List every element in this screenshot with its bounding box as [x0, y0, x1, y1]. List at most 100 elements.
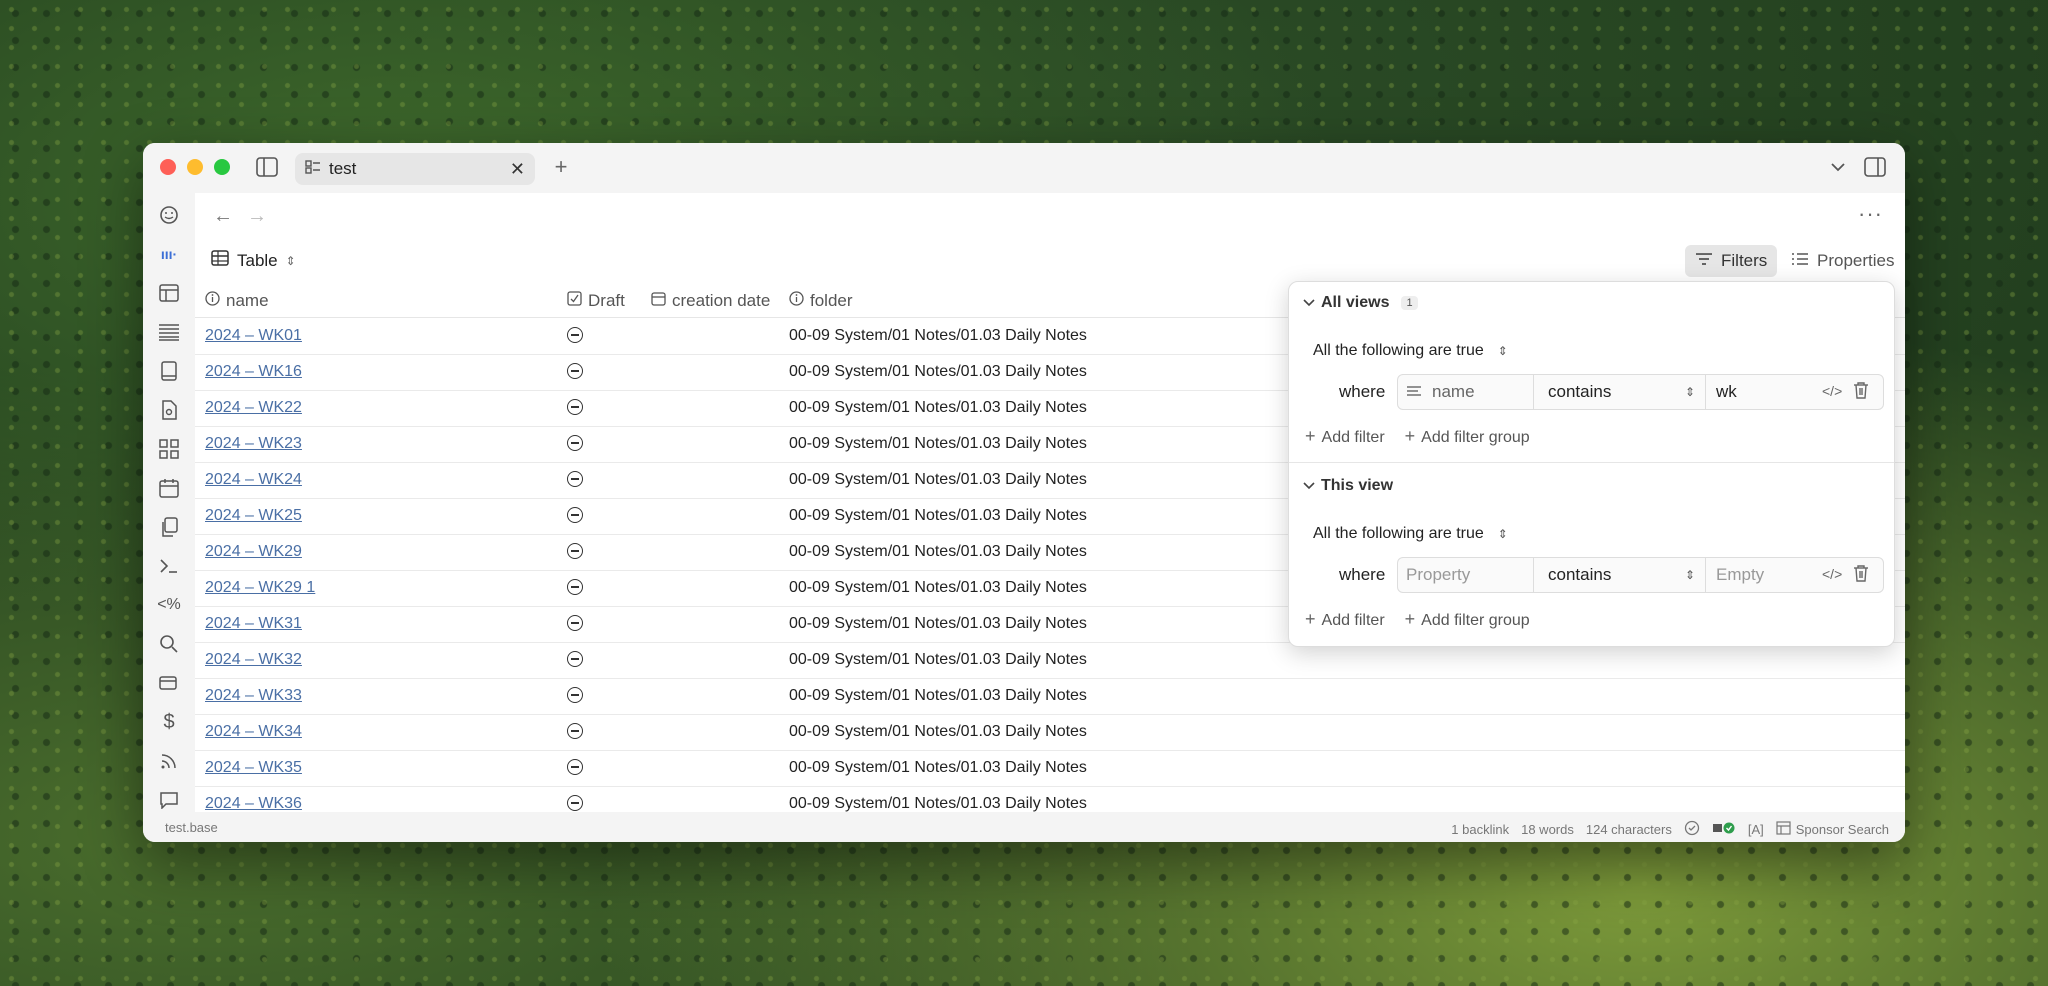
empty-checkbox-icon[interactable]: [567, 435, 583, 451]
note-link[interactable]: 2024 – WK22: [205, 399, 302, 417]
column-header-draft[interactable]: Draft: [567, 291, 625, 311]
empty-checkbox-icon[interactable]: [567, 651, 583, 667]
zoom-window-button[interactable]: [214, 159, 230, 175]
calendar-icon: [651, 291, 666, 311]
note-link[interactable]: 2024 – WK33: [205, 687, 302, 705]
conjunction-select[interactable]: All the following are true ⇕: [1313, 525, 1508, 543]
property-select[interactable]: Property: [1398, 558, 1534, 592]
list-view-icon[interactable]: [157, 320, 181, 344]
this-view-section-toggle[interactable]: This view: [1303, 477, 1393, 495]
checkbox-icon: [567, 291, 582, 311]
table-row[interactable]: 2024 – WK32 00-09 System/01 Notes/01.03 D…: [195, 642, 1905, 679]
trash-icon[interactable]: [1853, 381, 1869, 404]
logo-icon[interactable]: ııı·: [157, 242, 181, 266]
table-row[interactable]: 2024 – WK35 00-09 System/01 Notes/01.03 D…: [195, 750, 1905, 787]
sidebar-toggle-icon[interactable]: [255, 155, 279, 179]
view-name: Table: [237, 250, 278, 270]
empty-checkbox-icon[interactable]: [567, 579, 583, 595]
column-header-creation-date[interactable]: creation date: [651, 291, 770, 311]
filter-value-input[interactable]: Empty: [1706, 558, 1816, 592]
code-icon[interactable]: </>: [1822, 383, 1842, 399]
note-link[interactable]: 2024 – WK01: [205, 327, 302, 345]
add-filter-group-button[interactable]: + Add filter group: [1405, 426, 1530, 447]
comment-icon[interactable]: [157, 788, 181, 812]
code-icon[interactable]: </>: [1822, 566, 1842, 582]
layout-icon[interactable]: [157, 281, 181, 305]
more-options-icon[interactable]: ···: [1858, 201, 1883, 227]
empty-checkbox-icon[interactable]: [567, 687, 583, 703]
table-row[interactable]: 2024 – WK34 00-09 System/01 Notes/01.03 D…: [195, 714, 1905, 751]
conjunction-select[interactable]: All the following are true ⇕: [1313, 342, 1508, 360]
new-tab-icon[interactable]: +: [549, 154, 573, 179]
card-add-icon[interactable]: [157, 671, 181, 695]
close-tab-icon[interactable]: ✕: [510, 159, 525, 180]
properties-button[interactable]: Properties: [1785, 245, 1900, 277]
note-link[interactable]: 2024 – WK36: [205, 795, 302, 812]
note-link[interactable]: 2024 – WK32: [205, 651, 302, 669]
editor-mode[interactable]: [A]: [1748, 822, 1764, 837]
filter-value-input[interactable]: wk: [1706, 375, 1816, 409]
empty-checkbox-icon[interactable]: [567, 327, 583, 343]
note-link[interactable]: 2024 – WK34: [205, 723, 302, 741]
note-link[interactable]: 2024 – WK23: [205, 435, 302, 453]
trash-icon[interactable]: [1853, 564, 1869, 587]
file-settings-icon[interactable]: [157, 398, 181, 422]
calendar-icon[interactable]: [157, 476, 181, 500]
dollar-icon[interactable]: $: [157, 710, 181, 734]
check-circle-icon[interactable]: [1684, 820, 1700, 839]
empty-checkbox-icon[interactable]: [567, 759, 583, 775]
note-link[interactable]: 2024 – WK35: [205, 759, 302, 777]
note-link[interactable]: 2024 – WK16: [205, 363, 302, 381]
add-filter-button[interactable]: + Add filter: [1305, 426, 1385, 447]
forward-arrow-icon[interactable]: →: [247, 205, 267, 228]
operator-select[interactable]: contains ⇕: [1534, 375, 1706, 409]
updown-chevron-icon: ⇕: [1684, 385, 1695, 399]
backlink-count[interactable]: 1 backlink: [1451, 822, 1509, 837]
view-selector[interactable]: Table ⇕: [211, 250, 296, 271]
copy-icon[interactable]: [157, 515, 181, 539]
table-row[interactable]: 2024 – WK36 00-09 System/01 Notes/01.03 D…: [195, 786, 1905, 812]
note-link[interactable]: 2024 – WK29: [205, 543, 302, 561]
book-icon[interactable]: [157, 359, 181, 383]
note-link[interactable]: 2024 – WK29 1: [205, 579, 315, 597]
filter-condition: Property contains ⇕ Empty </>: [1397, 557, 1884, 593]
table-row[interactable]: 2024 – WK33 00-09 System/01 Notes/01.03 D…: [195, 678, 1905, 715]
empty-checkbox-icon[interactable]: [567, 795, 583, 811]
template-icon[interactable]: <%: [157, 593, 181, 617]
column-header-folder[interactable]: folder: [789, 291, 853, 311]
plugin-status-icon[interactable]: [1712, 821, 1736, 838]
note-link[interactable]: 2024 – WK24: [205, 471, 302, 489]
add-filter-button[interactable]: + Add filter: [1305, 609, 1385, 630]
smile-icon[interactable]: [157, 203, 181, 227]
filters-button[interactable]: Filters: [1685, 245, 1778, 277]
note-link[interactable]: 2024 – WK31: [205, 615, 302, 633]
empty-checkbox-icon[interactable]: [567, 399, 583, 415]
tab-test[interactable]: test ✕: [295, 153, 535, 185]
updown-chevron-icon: ⇕: [1684, 568, 1695, 582]
note-link[interactable]: 2024 – WK25: [205, 507, 302, 525]
right-sidebar-toggle-icon[interactable]: [1863, 155, 1887, 179]
search-icon[interactable]: [157, 632, 181, 656]
rss-icon[interactable]: [157, 749, 181, 773]
sponsor-search-button[interactable]: Sponsor Search: [1776, 821, 1889, 838]
close-window-button[interactable]: [160, 159, 176, 175]
empty-checkbox-icon[interactable]: [567, 471, 583, 487]
empty-checkbox-icon[interactable]: [567, 507, 583, 523]
all-views-section-toggle[interactable]: All views 1: [1303, 294, 1418, 312]
minimize-window-button[interactable]: [187, 159, 203, 175]
operator-select[interactable]: contains ⇕: [1534, 558, 1706, 592]
empty-checkbox-icon[interactable]: [567, 543, 583, 559]
divider: [1289, 462, 1894, 463]
empty-checkbox-icon[interactable]: [567, 615, 583, 631]
property-select[interactable]: name: [1398, 375, 1534, 409]
table-icon: [211, 250, 229, 271]
empty-checkbox-icon[interactable]: [567, 363, 583, 379]
column-header-name[interactable]: name: [205, 291, 269, 311]
add-filter-group-button[interactable]: + Add filter group: [1405, 609, 1530, 630]
back-arrow-icon[interactable]: ←: [213, 205, 233, 228]
chevron-down-icon[interactable]: [1827, 156, 1849, 178]
dashboard-icon[interactable]: [157, 437, 181, 461]
folder-value: 00-09 System/01 Notes/01.03 Daily Notes: [789, 651, 1087, 668]
empty-checkbox-icon[interactable]: [567, 723, 583, 739]
terminal-icon[interactable]: [157, 554, 181, 578]
